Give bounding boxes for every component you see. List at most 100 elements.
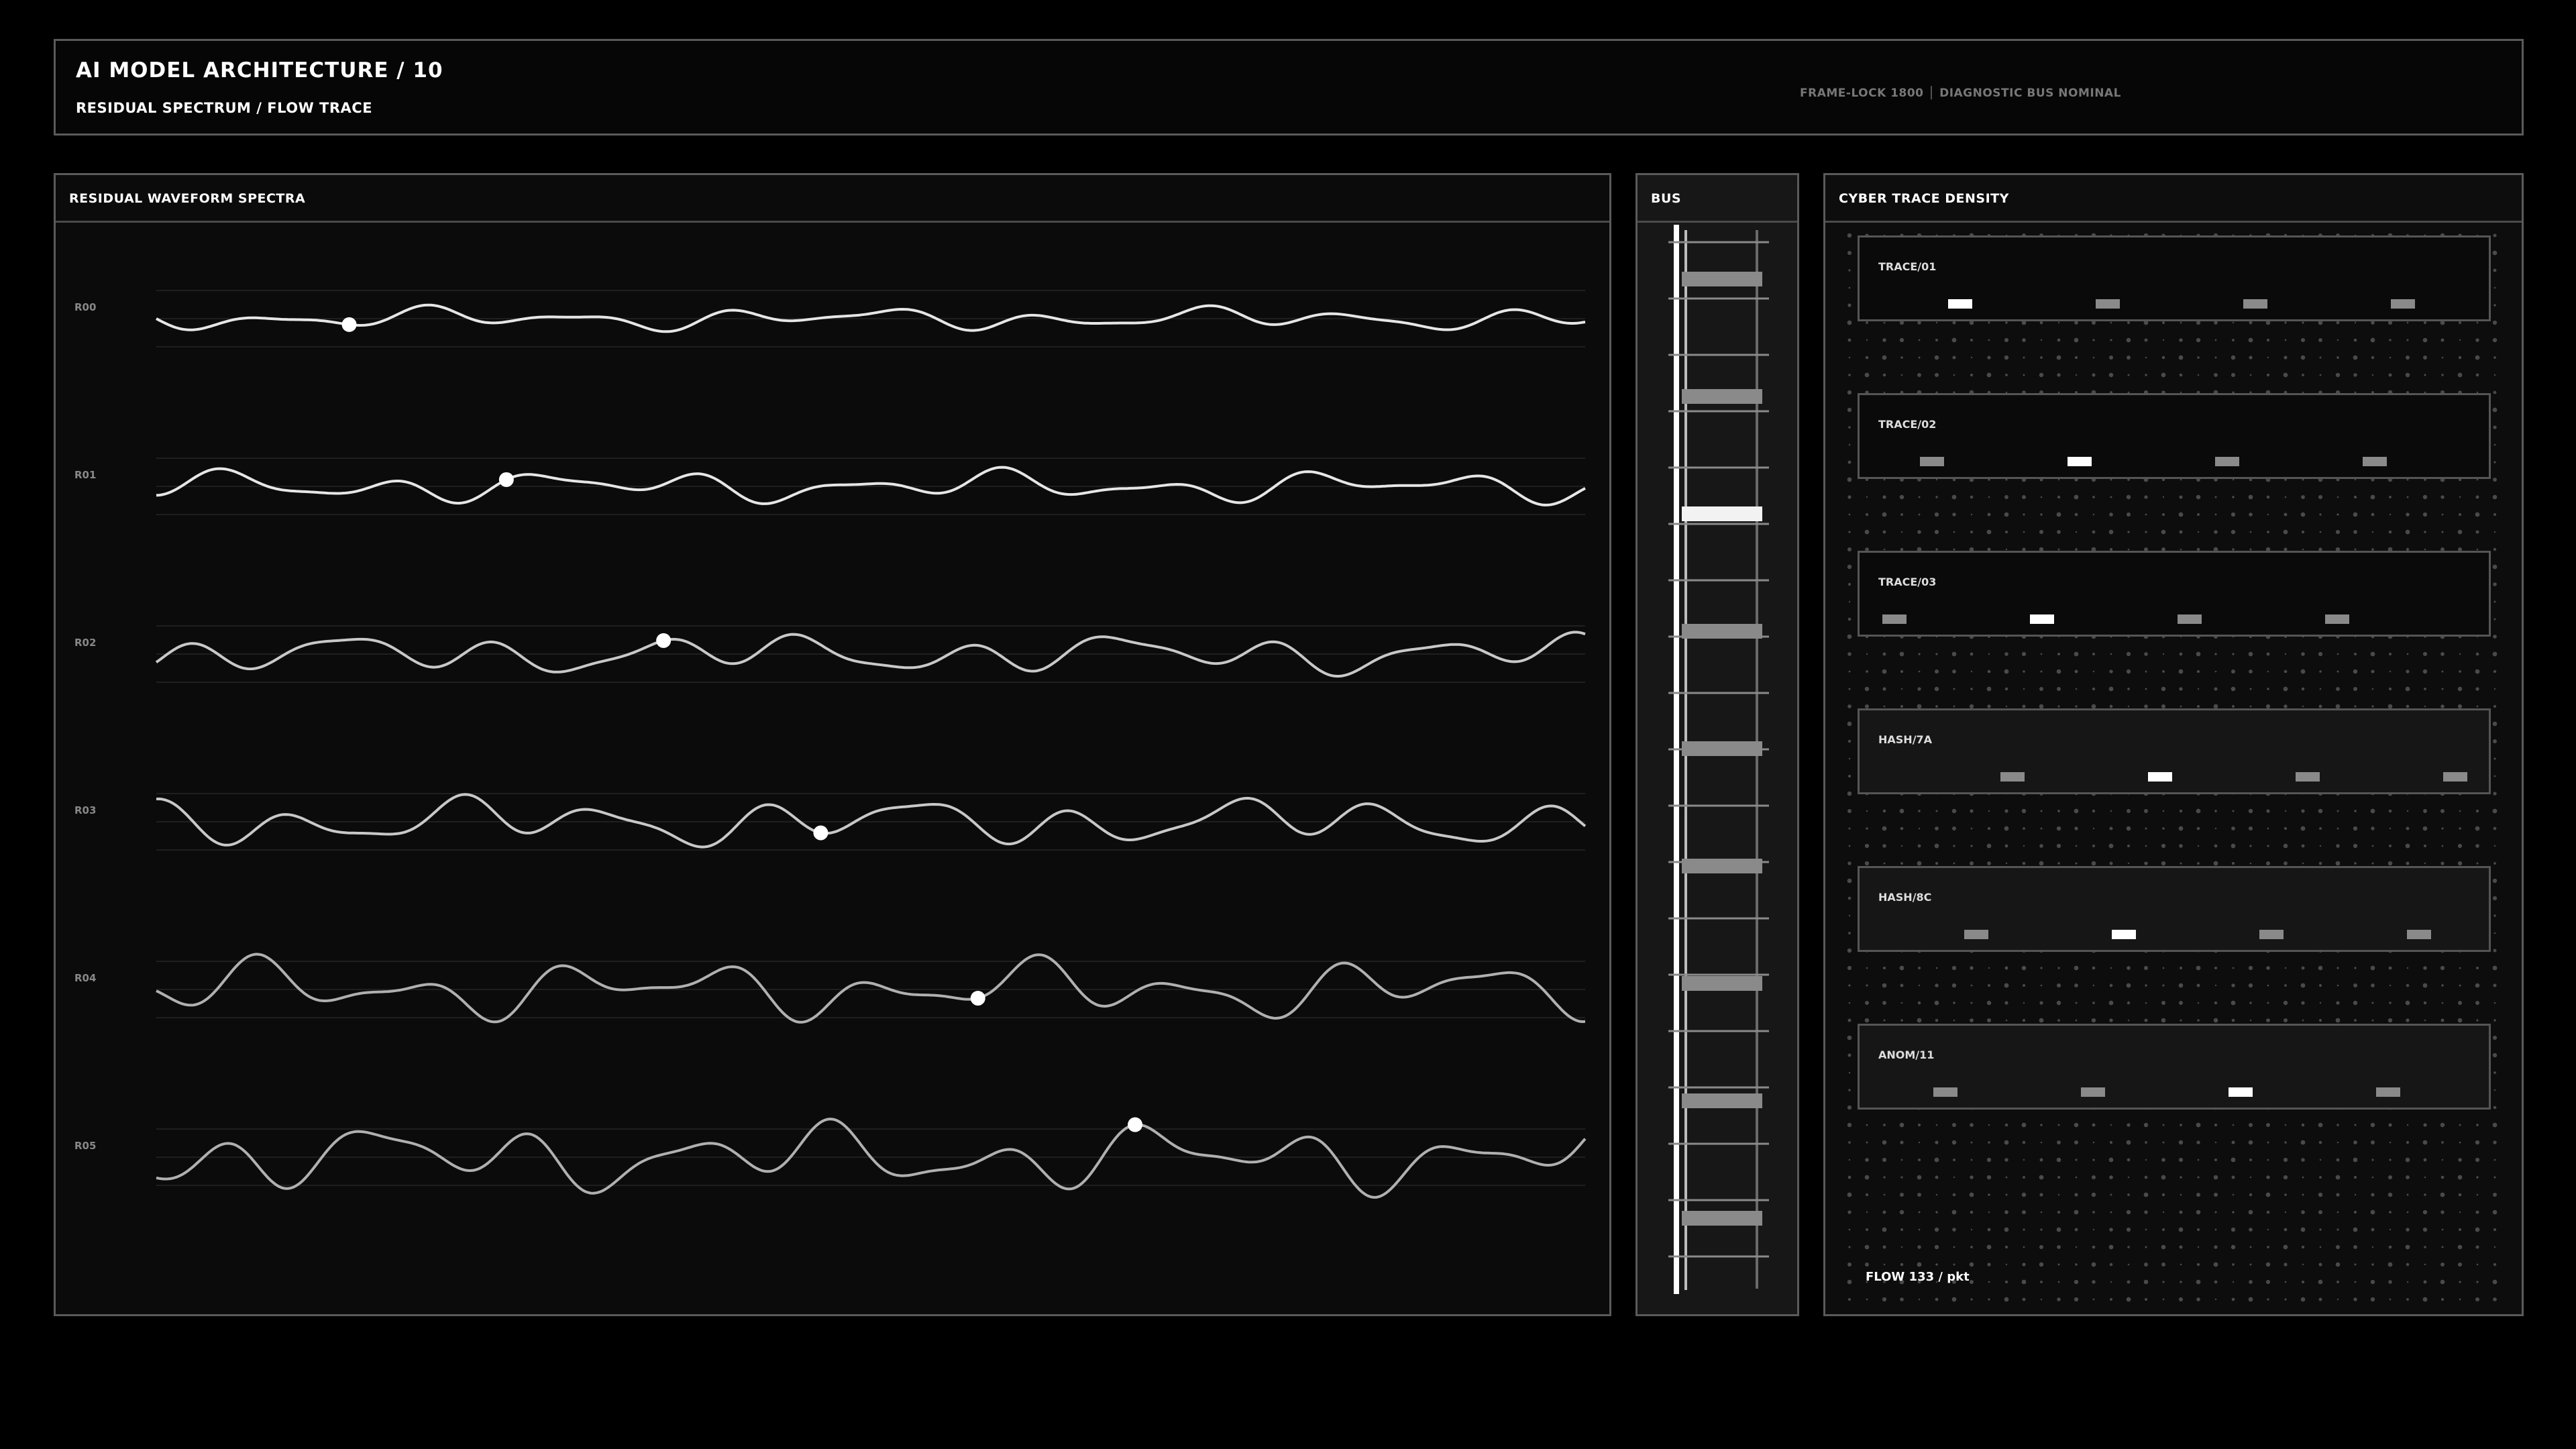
trace-chip: [2000, 772, 2025, 782]
density-dot: [2144, 704, 2148, 708]
trace-chip: [2096, 299, 2120, 309]
density-dot: [2179, 495, 2183, 499]
trace-card[interactable]: HASH/7A: [1858, 708, 2491, 794]
density-dot: [1866, 967, 1868, 969]
density-dot: [1934, 1244, 1939, 1250]
density-dot: [1934, 686, 1939, 692]
density-dot: [1900, 1176, 1903, 1179]
density-dot: [2301, 1158, 2305, 1162]
density-dot: [2371, 845, 2374, 847]
waveform-marker[interactable]: [813, 825, 828, 841]
density-dot: [2388, 1123, 2392, 1127]
density-dot: [2040, 1141, 2043, 1144]
density-dot: [2249, 1228, 2253, 1232]
density-dot: [2197, 1159, 2200, 1161]
density-dot: [2353, 355, 2358, 360]
density-dot: [2440, 704, 2445, 708]
density-dot: [2301, 1280, 2305, 1284]
density-dot: [1900, 1263, 1904, 1267]
density-dot: [1847, 250, 1852, 256]
density-dot: [2406, 704, 2410, 708]
density-dot: [2057, 1019, 2060, 1022]
density-dot: [2178, 826, 2184, 831]
density-dot: [2056, 826, 2061, 831]
trace-card[interactable]: TRACE/01: [1858, 235, 2491, 321]
density-dot: [2004, 530, 2008, 534]
density-dot: [1866, 984, 1868, 987]
density-dot: [2493, 739, 2497, 743]
density-dot: [2248, 494, 2253, 500]
density-dot: [2108, 843, 2114, 849]
density-dot: [2371, 1246, 2374, 1248]
density-dot: [2143, 965, 2149, 971]
density-dot: [2266, 373, 2270, 377]
density-dot: [1900, 374, 1903, 376]
density-dot: [2492, 250, 2498, 256]
density-dot: [2145, 531, 2147, 533]
density-dot: [1847, 1175, 1851, 1179]
density-dot: [2493, 704, 2497, 708]
density-dot: [2249, 705, 2252, 708]
density-dot: [2475, 1210, 2479, 1214]
trace-chip: [2243, 299, 2267, 309]
density-dot: [2405, 843, 2410, 849]
density-dot: [2457, 686, 2463, 692]
density-dot: [2493, 374, 2496, 376]
density-dot: [2180, 548, 2182, 551]
density-dot: [1969, 861, 1974, 866]
density-dot: [2370, 1210, 2375, 1215]
waveform-marker[interactable]: [656, 633, 672, 648]
density-dot: [1848, 374, 1851, 376]
density-dot: [1847, 652, 1851, 656]
density-dot: [1918, 1228, 1921, 1231]
density-dot: [1986, 1157, 1992, 1163]
density-dot: [2092, 513, 2095, 516]
density-dot: [2458, 1001, 2462, 1005]
density-dot: [2092, 1211, 2095, 1214]
density-dot: [2022, 704, 2026, 708]
density-dot: [2476, 1263, 2479, 1266]
density-dot: [2213, 861, 2218, 866]
density-dot: [2337, 513, 2339, 516]
density-dot: [2145, 1002, 2147, 1004]
density-dot: [2493, 443, 2496, 446]
density-dot: [1935, 861, 1939, 865]
density-dot: [2370, 965, 2375, 971]
density-dot: [1883, 1124, 1886, 1126]
density-dot: [1917, 1158, 1921, 1162]
density-dot: [2143, 1279, 2149, 1285]
density-dot: [1882, 966, 1886, 970]
density-dot: [1847, 965, 1852, 971]
density-dot: [2249, 1019, 2252, 1022]
bus-segment: [1682, 272, 1762, 286]
trace-card[interactable]: TRACE/03: [1858, 551, 2491, 637]
density-dot: [2475, 338, 2479, 342]
density-dot: [2493, 600, 2496, 603]
density-dot: [2457, 861, 2463, 866]
density-dot: [2023, 1246, 2025, 1248]
density-dot: [2249, 669, 2253, 674]
trace-card[interactable]: HASH/8C: [1858, 866, 2491, 952]
density-dot: [2335, 1262, 2341, 1267]
density-dot: [2353, 1245, 2357, 1249]
density-dot: [2005, 321, 2008, 324]
density-dot: [2493, 1140, 2497, 1144]
density-dot: [2248, 808, 2253, 814]
density-dot: [2022, 338, 2026, 342]
waveform-line: [156, 793, 1587, 849]
density-dot: [1918, 827, 1921, 830]
density-dot: [1900, 531, 1903, 533]
waveform-marker[interactable]: [341, 317, 357, 332]
density-dot: [2127, 1019, 2130, 1022]
trace-card[interactable]: ANOM/11: [1858, 1024, 2491, 1110]
density-dot: [2493, 1002, 2496, 1004]
waveform-marker[interactable]: [970, 991, 985, 1006]
waveform-marker[interactable]: [498, 472, 514, 487]
waveform-marker[interactable]: [1128, 1117, 1143, 1132]
density-dot: [2388, 530, 2392, 534]
density-dot: [2267, 513, 2269, 516]
trace-card[interactable]: TRACE/02: [1858, 393, 2491, 479]
density-dot: [2092, 966, 2096, 970]
density-dot: [2232, 1263, 2235, 1266]
density-dot: [2231, 1175, 2235, 1179]
